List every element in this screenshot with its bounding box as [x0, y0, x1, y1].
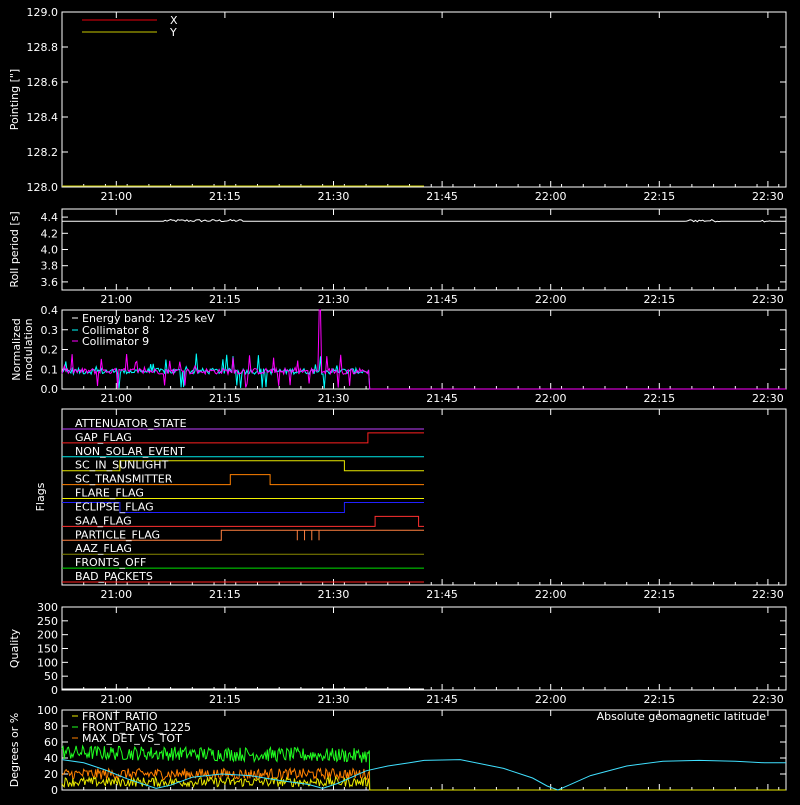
y-tick-label: 100 [37, 704, 58, 717]
y-tick-label: 100 [37, 656, 58, 669]
flag-label-fronts-off: FRONTS_OFF [75, 556, 146, 569]
x-tick-label: 22:00 [535, 392, 567, 405]
x-tick-label: 21:15 [209, 588, 241, 601]
x-tick-label: 21:15 [209, 190, 241, 203]
y-tick-label: 0.2 [41, 344, 59, 357]
flag-label-sc-transmitter: SC_TRANSMITTER [75, 473, 173, 486]
y-tick-label: 150 [37, 643, 58, 656]
y-tick-label: 50 [44, 670, 58, 683]
panel-frame-3 [61, 408, 787, 586]
y-axis-label: Roll period [s] [8, 211, 21, 287]
flag-label-bad-packets: BAD_PACKETS [75, 570, 153, 583]
x-tick-label: 22:00 [535, 588, 567, 601]
y-tick-label: 0.0 [41, 383, 59, 396]
flag-label-eclipse-flag: ECLIPSE_FLAG [75, 500, 154, 513]
x-tick-label: 21:45 [426, 190, 458, 203]
y-tick-label: 250 [37, 615, 58, 628]
geomagnetic-latitude-label: Absolute geomagnetic latitude [597, 710, 767, 723]
x-tick-label: 22:30 [752, 293, 784, 306]
x-tick-label: 22:00 [535, 693, 567, 706]
x-tick-label: 22:15 [643, 392, 675, 405]
y-axis-label: modulation [22, 318, 35, 380]
flag-label-particle-flag: PARTICLE_FLAG [75, 528, 160, 541]
y-tick-label: 0.1 [41, 363, 59, 376]
y-tick-label: 300 [37, 601, 58, 614]
y-tick-label: 3.8 [41, 260, 59, 273]
y-axis-label: Pointing ["] [8, 69, 21, 130]
y-tick-label: 0 [51, 784, 58, 797]
flag-label-saa-flag: SAA_FLAG [75, 514, 132, 527]
y-tick-label: 128.0 [27, 181, 59, 194]
x-tick-label: 21:30 [318, 293, 350, 306]
flag-label-sc-in-sunlight: SC_IN_SUNLIGHT [75, 459, 169, 472]
x-tick-label: 21:45 [426, 588, 458, 601]
x-tick-label: 21:30 [318, 392, 350, 405]
x-tick-label: 22:00 [535, 293, 567, 306]
flag-label-aaz-flag: AAZ_FLAG [75, 542, 132, 555]
y-tick-label: 0.3 [41, 324, 59, 337]
y-tick-label: 60 [44, 736, 58, 749]
y-tick-label: 0.4 [41, 304, 59, 317]
y-tick-label: 4.4 [41, 211, 59, 224]
x-tick-label: 21:30 [318, 190, 350, 203]
x-tick-label: 21:00 [100, 392, 132, 405]
x-tick-label: 21:00 [100, 693, 132, 706]
hessi-quicklook-figure: 21:00 21:15 21:30 21:45 22:00 22:15 22:30 128.0… [0, 0, 800, 800]
x-tick-label: 22:00 [535, 190, 567, 203]
x-tick-label: 21:00 [100, 293, 132, 306]
y-tick-label: 20 [44, 768, 58, 781]
y-axis-label: Quality [8, 628, 21, 668]
x-tick-label: 22:15 [643, 588, 675, 601]
series-line-front-ratio-1225 [61, 744, 786, 791]
legend-label-collimator-9: Collimator 9 [82, 335, 149, 348]
x-tick-label: 21:15 [209, 392, 241, 405]
series-line-geomagnetic-latitude [61, 759, 786, 791]
y-tick-label: 3.6 [41, 276, 59, 289]
x-tick-label: 21:45 [426, 293, 458, 306]
flag-label-attenuator-state: ATTENUATOR_STATE [75, 417, 187, 430]
y-tick-label: 0 [51, 684, 58, 697]
x-tick-label: 22:15 [643, 190, 675, 203]
y-tick-label: 129.0 [27, 6, 59, 19]
x-tick-label: 21:45 [426, 693, 458, 706]
y-tick-label: 128.2 [27, 146, 59, 159]
panel-frame-4 [61, 606, 787, 691]
x-tick-label: 22:30 [752, 190, 784, 203]
y-axis-label: Flags [34, 482, 47, 511]
y-tick-label: 40 [44, 752, 58, 765]
y-axis-label: Degrees or % [8, 713, 21, 787]
x-tick-label: 22:30 [752, 588, 784, 601]
x-tick-label: 22:30 [752, 392, 784, 405]
roll-period-line [62, 218, 786, 223]
x-tick-label: 21:00 [100, 588, 132, 601]
x-tick-label: 21:45 [426, 392, 458, 405]
y-tick-label: 4.0 [41, 244, 59, 257]
y-tick-label: 128.6 [27, 76, 59, 89]
x-tick-label: 22:15 [643, 693, 675, 706]
x-tick-label: 22:30 [752, 693, 784, 706]
flag-label-flare-flag: FLARE_FLAG [75, 487, 144, 500]
multi-panel-time-series-chart: 21:00 21:15 21:30 21:45 22:00 22:15 22:30 128.0… [8, 6, 787, 797]
y-tick-label: 4.2 [41, 227, 59, 240]
flag-label-gap-flag: GAP_FLAG [75, 431, 132, 444]
y-tick-label: 80 [44, 720, 58, 733]
y-tick-label: 128.8 [27, 41, 59, 54]
y-tick-label: 128.4 [27, 111, 59, 124]
legend-label-y: Y [169, 26, 177, 39]
x-tick-label: 21:15 [209, 693, 241, 706]
x-tick-label: 21:00 [100, 190, 132, 203]
flag-label-non-solar-event: NON_SOLAR_EVENT [75, 445, 185, 458]
x-tick-label: 21:15 [209, 293, 241, 306]
x-tick-label: 22:15 [643, 293, 675, 306]
y-tick-label: 200 [37, 629, 58, 642]
x-tick-label: 21:30 [318, 588, 350, 601]
x-tick-label: 21:30 [318, 693, 350, 706]
legend-label-max-det-vs-tot: MAX_DET_VS_TOT [82, 732, 182, 745]
